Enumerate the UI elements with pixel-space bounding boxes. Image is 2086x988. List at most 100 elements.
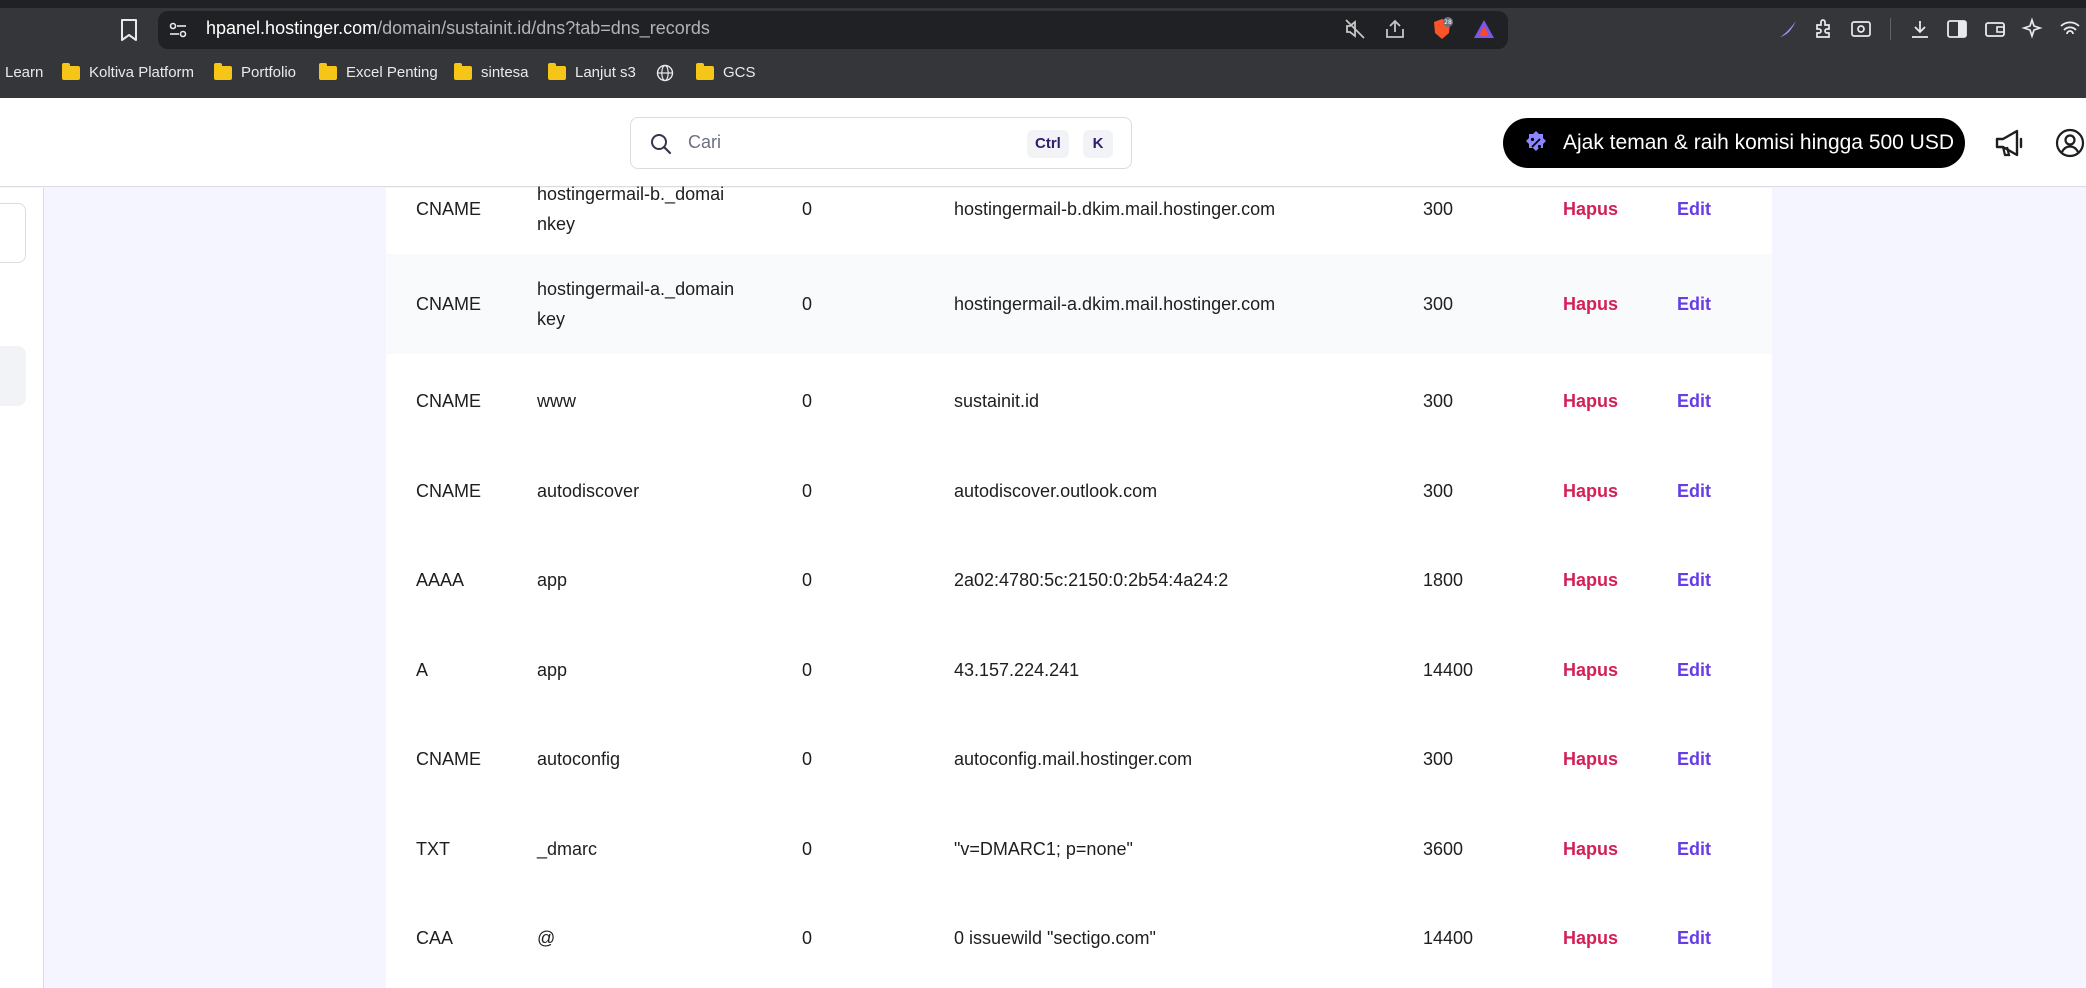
folder-icon: [62, 62, 80, 80]
edit-record-button[interactable]: Edit: [1677, 289, 1711, 319]
browser-chrome: hpanel.hostinger.com/domain/sustainit.id…: [0, 0, 2086, 98]
table-row: CNAME www 0 sustainit.id 300 Hapus Edit: [386, 354, 1772, 444]
record-type: CNAME: [416, 749, 482, 769]
record-priority: 0: [802, 928, 813, 948]
delete-record-button[interactable]: Hapus: [1563, 565, 1618, 595]
edit-record-button[interactable]: Edit: [1677, 476, 1711, 506]
delete-record-button[interactable]: Hapus: [1563, 744, 1618, 774]
url-path: /domain/sustainit.id/dns?tab=dns_records: [377, 18, 710, 38]
record-name: @: [537, 928, 556, 948]
edit-record-button[interactable]: Edit: [1677, 923, 1711, 953]
bookmark-label: sintesa: [481, 64, 529, 81]
folder-icon: [319, 62, 337, 80]
edit-record-button[interactable]: Edit: [1677, 744, 1711, 774]
bookmark-koltiva-platform[interactable]: Koltiva Platform: [62, 62, 195, 81]
table-row: A app 0 43.157.224.241 14400 Hapus Edit: [386, 624, 1772, 714]
record-priority: 0: [802, 660, 813, 680]
delete-record-button[interactable]: Hapus: [1563, 834, 1618, 864]
record-name: autodiscover: [537, 481, 640, 501]
search-input[interactable]: Cari Ctrl K: [630, 117, 1132, 169]
sidebar-selector[interactable]: [0, 203, 26, 263]
delete-record-button[interactable]: Hapus: [1563, 476, 1618, 506]
record-type: CNAME: [416, 199, 482, 219]
edit-record-button[interactable]: Edit: [1677, 834, 1711, 864]
record-name: autoconfig: [537, 749, 621, 769]
bookmarks-bar: Learn Koltiva Platform Portfolio Excel P…: [0, 60, 2086, 88]
sparkle-icon[interactable]: [2020, 16, 2044, 42]
edit-record-button[interactable]: Edit: [1677, 565, 1711, 595]
globe-icon: [656, 64, 674, 82]
extensions-icon[interactable]: [1812, 16, 1836, 42]
edit-record-button[interactable]: Edit: [1677, 655, 1711, 685]
sidebar-icon[interactable]: [1945, 16, 1969, 42]
record-type: CNAME: [416, 294, 482, 314]
folder-icon: [454, 62, 472, 80]
record-name-line1: hostingermail-a._domain: [537, 279, 735, 299]
table-row: CNAME hostingermail-a._domain key 0 host…: [386, 254, 1772, 354]
bookmark-label: Koltiva Platform: [89, 64, 195, 81]
wallet-icon[interactable]: [1983, 16, 2007, 42]
brave-shields-icon[interactable]: 28: [1430, 17, 1454, 41]
bookmark-portfolio[interactable]: Portfolio: [214, 62, 296, 81]
table-row: CAA @ 0 0 issuewild "sectigo.com" 14400 …: [386, 894, 1772, 984]
bookmark-sintesa[interactable]: sintesa: [454, 62, 529, 81]
record-content: 43.157.224.241: [954, 660, 1080, 680]
share-icon[interactable]: [1383, 17, 1407, 41]
delete-record-button[interactable]: Hapus: [1563, 655, 1618, 685]
table-row: CNAME autoconfig 0 autoconfig.mail.hosti…: [386, 714, 1772, 804]
record-name-line1: hostingermail-b._domai: [537, 184, 725, 204]
url-text[interactable]: hpanel.hostinger.com/domain/sustainit.id…: [206, 18, 710, 39]
bookmark-label: Excel Penting: [346, 64, 438, 81]
search-placeholder: Cari: [688, 132, 722, 152]
dns-records-table: CNAME hostingermail-b._domai nkey 0 host…: [386, 184, 1772, 988]
record-type: TXT: [416, 839, 450, 859]
edit-record-button[interactable]: Edit: [1677, 386, 1711, 416]
record-content: autoconfig.mail.hostinger.com: [954, 749, 1193, 769]
bookmark-learn[interactable]: Learn: [5, 64, 43, 81]
megaphone-icon[interactable]: [1994, 128, 2026, 158]
bookmark-excel-penting[interactable]: Excel Penting: [319, 62, 438, 81]
table-row: AAAA app 0 2a02:4780:5c:2150:0:2b54:4a24…: [386, 534, 1772, 624]
record-name-line2: key: [537, 309, 566, 329]
url-host: hpanel.hostinger.com: [206, 18, 378, 38]
vpn-icon[interactable]: [2058, 16, 2082, 42]
bookmark-gcs[interactable]: GCS: [696, 62, 756, 81]
bookmark-page-icon[interactable]: [118, 18, 140, 42]
record-type: AAAA: [416, 570, 465, 590]
sidebar-item-active[interactable]: [0, 346, 26, 406]
edit-record-button[interactable]: Edit: [1677, 194, 1711, 224]
record-ttl: 14400: [1423, 928, 1474, 948]
delete-record-button[interactable]: Hapus: [1563, 386, 1618, 416]
record-ttl: 300: [1423, 294, 1454, 314]
read-aloud-off-icon[interactable]: [1343, 17, 1367, 41]
folder-icon: [696, 62, 714, 80]
record-content: hostingermail-b.dkim.mail.hostinger.com: [954, 199, 1276, 219]
referral-promo-label: Ajak teman & raih komisi hingga 500 USD: [1563, 131, 1955, 154]
brave-rewards-icon[interactable]: [1472, 17, 1496, 41]
delete-record-button[interactable]: Hapus: [1563, 923, 1618, 953]
downloads-icon[interactable]: [1908, 16, 1932, 42]
table-row: CNAME autodiscover 0 autodiscover.outloo…: [386, 444, 1772, 534]
record-name: www: [537, 391, 576, 411]
bookmark-lanjut-s3[interactable]: Lanjut s3: [548, 62, 636, 81]
folder-icon: [214, 62, 232, 80]
referral-promo-button[interactable]: Ajak teman & raih komisi hingga 500 USD: [1503, 118, 1965, 168]
record-type: CNAME: [416, 481, 482, 501]
bookmark-label: Learn: [5, 64, 44, 81]
record-name-line2: nkey: [537, 214, 576, 234]
record-type: A: [416, 660, 429, 680]
bookmark-label: Lanjut s3: [575, 64, 636, 81]
record-content: autodiscover.outlook.com: [954, 481, 1158, 501]
record-ttl: 300: [1423, 199, 1454, 219]
delete-record-button[interactable]: Hapus: [1563, 194, 1618, 224]
record-ttl: 3600: [1423, 839, 1464, 859]
record-priority: 0: [802, 391, 813, 411]
account-icon[interactable]: [2055, 128, 2085, 158]
record-content: "v=DMARC1; p=none": [954, 839, 1133, 859]
leo-ai-icon[interactable]: [1776, 16, 1800, 42]
record-content: hostingermail-a.dkim.mail.hostinger.com: [954, 294, 1276, 314]
delete-record-button[interactable]: Hapus: [1563, 289, 1618, 319]
site-settings-icon[interactable]: [168, 20, 188, 40]
reading-mode-icon[interactable]: [1849, 16, 1873, 42]
bookmark-globe[interactable]: [656, 64, 674, 82]
